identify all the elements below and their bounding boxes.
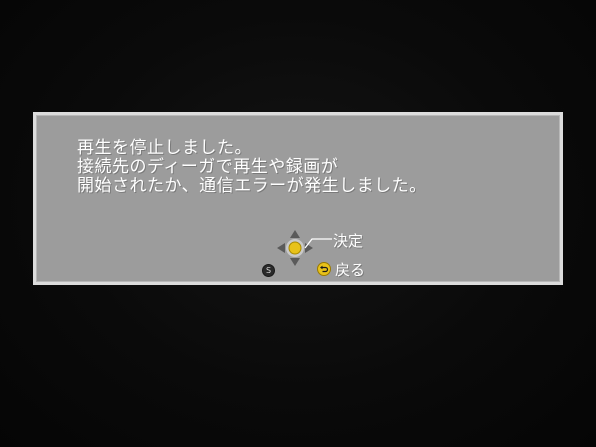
- dpad-left-arrow: [277, 243, 285, 253]
- return-icon[interactable]: [317, 262, 331, 276]
- error-dialog: 再生を停止しました。 接続先のディーガで再生や録画が 開始されたか、通信エラーが…: [33, 112, 563, 285]
- back-label: 戻る: [335, 261, 366, 279]
- message-line-3: 開始されたか、通信エラーが発生しました。: [77, 176, 427, 196]
- message-line-2: 接続先のディーガで再生や録画が: [77, 157, 339, 177]
- dialog-message: 再生を停止しました。 接続先のディーガで再生や録画が 開始されたか、通信エラーが…: [77, 139, 427, 196]
- s-button-icon: S: [262, 264, 275, 277]
- dpad-up-arrow: [290, 230, 300, 238]
- message-line-1: 再生を停止しました。: [77, 138, 252, 158]
- confirm-label: 決定: [333, 232, 364, 250]
- dpad-down-arrow: [290, 258, 300, 266]
- confirm-pointer-line: [304, 238, 332, 249]
- tv-screen: 再生を停止しました。 接続先のディーガで再生や録画が 開始されたか、通信エラーが…: [0, 0, 596, 447]
- confirm-center-button: [288, 241, 302, 255]
